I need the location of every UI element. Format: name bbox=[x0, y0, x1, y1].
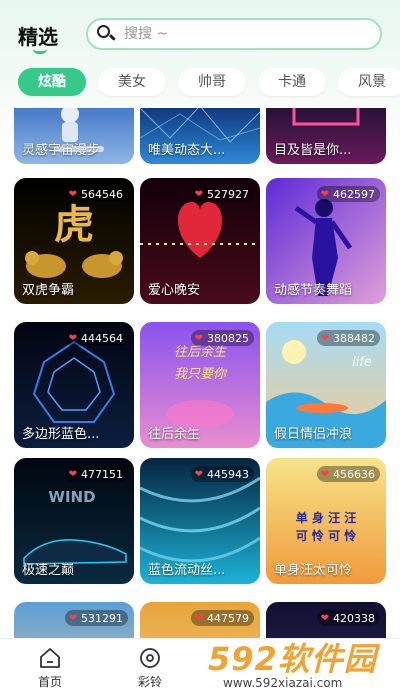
likes-badge: ❤ 477151 bbox=[64, 466, 128, 482]
tab-scenery[interactable]: 风景 bbox=[338, 68, 400, 96]
nav-home[interactable]: 首页 bbox=[20, 647, 80, 690]
watermark-url: www.592xiazai.com bbox=[220, 676, 346, 690]
likes-badge: ❤ 444564 bbox=[64, 330, 128, 346]
wallpaper-title: 假日情侣冲浪 bbox=[274, 427, 353, 442]
likes-badge: ❤ 447579 bbox=[190, 610, 254, 626]
likes-badge: ❤ 420338 bbox=[316, 610, 380, 626]
title-underline bbox=[33, 49, 47, 54]
wallpaper-card[interactable]: ❤ 444564 多边形蓝色... bbox=[14, 322, 134, 448]
nav-ringtone[interactable]: 彩铃 bbox=[120, 647, 180, 690]
tab-cartoon[interactable]: 卡通 bbox=[258, 68, 326, 96]
home-icon bbox=[40, 648, 60, 668]
wallpaper-card[interactable]: 单 身 汪 汪 可 怜 可 怜 ❤ 456636 单身汪太可怜 bbox=[266, 458, 386, 584]
heart-icon: ❤ bbox=[194, 612, 203, 624]
wallpaper-card[interactable]: WIND ❤ 477151 极速之巅 bbox=[14, 458, 134, 584]
wallpaper-title: 唯美动态大... bbox=[148, 143, 226, 158]
wallpaper-card[interactable]: ❤ 462597 动感节奏舞蹈 bbox=[266, 178, 386, 304]
search-box[interactable] bbox=[86, 18, 382, 50]
likes-badge: ❤ 388482 bbox=[316, 330, 380, 346]
wallpaper-title: 往后余生 bbox=[148, 427, 201, 442]
wallpaper-title: 爱心晚安 bbox=[148, 283, 201, 298]
tiger-glyph: 虎 bbox=[54, 201, 94, 248]
wallpaper-title: 单身汪太可怜 bbox=[274, 563, 353, 578]
search-input[interactable] bbox=[124, 26, 354, 42]
wallpaper-card[interactable]: ❤ 445943 蓝色流动丝... bbox=[140, 458, 260, 584]
heart-icon: ❤ bbox=[194, 468, 203, 480]
car-text: WIND bbox=[48, 488, 95, 506]
wallpaper-title: 多边形蓝色... bbox=[22, 427, 100, 442]
dog-text-1: 单 身 汪 汪 bbox=[296, 510, 357, 525]
watermark: 592软件园 www.592xiazai.com bbox=[200, 628, 400, 700]
wallpaper-card[interactable]: 往后余生 我只要你 ❤ 380825 往后余生 bbox=[140, 322, 260, 448]
ringtone-disc-icon bbox=[140, 648, 160, 668]
watermark-logo: 592软件园 bbox=[208, 640, 377, 678]
valentine-text-2: 我只要你 bbox=[174, 367, 228, 382]
wallpaper-title: 蓝色流动丝... bbox=[148, 563, 226, 578]
likes-badge: ❤ 462597 bbox=[316, 186, 380, 202]
wallpaper-card[interactable]: ❤ 527927 爱心晚安 bbox=[140, 178, 260, 304]
search-icon bbox=[96, 24, 116, 44]
surf-text: life bbox=[352, 355, 372, 370]
wallpaper-card[interactable]: life ❤ 388482 假日情侣冲浪 bbox=[266, 322, 386, 448]
wallpaper-title: 目及皆是你... bbox=[274, 143, 352, 158]
likes-badge: ❤ 456636 bbox=[316, 466, 380, 482]
wallpaper-card[interactable]: 唯美动态大... bbox=[140, 108, 260, 164]
heart-icon: ❤ bbox=[320, 612, 329, 624]
heart-icon: ❤ bbox=[320, 468, 329, 480]
wallpaper-title: 极速之巅 bbox=[22, 563, 75, 578]
heart-icon: ❤ bbox=[68, 332, 77, 344]
likes-badge: ❤ 564546 bbox=[64, 186, 128, 202]
wallpaper-card[interactable]: 目及皆是你... bbox=[266, 108, 386, 164]
tab-handsome[interactable]: 帅哥 bbox=[178, 68, 246, 96]
heart-icon: ❤ bbox=[194, 188, 203, 200]
heart-icon: ❤ bbox=[68, 188, 77, 200]
dog-text-2: 可 怜 可 怜 bbox=[296, 528, 357, 543]
heart-icon: ❤ bbox=[320, 332, 329, 344]
tab-beauty[interactable]: 美女 bbox=[98, 68, 166, 96]
valentine-text-1: 往后余生 bbox=[174, 344, 227, 360]
nav-home-label: 首页 bbox=[37, 675, 62, 689]
nav-ringtone-label: 彩铃 bbox=[137, 675, 162, 689]
wallpaper-grid: 灵感宇宙漫步 唯美动态大... 目及皆是你... 虎 ❤ 564546 双虎争霸 … bbox=[0, 108, 400, 638]
likes-badge: ❤ 527927 bbox=[190, 186, 254, 202]
wallpaper-title: 动感节奏舞蹈 bbox=[274, 283, 353, 298]
wallpaper-card[interactable]: 虎 ❤ 564546 双虎争霸 bbox=[14, 178, 134, 304]
wallpaper-card[interactable]: 灵感宇宙漫步 bbox=[14, 108, 134, 164]
wallpaper-title: 双虎争霸 bbox=[22, 283, 75, 298]
header: 精选 bbox=[0, 14, 400, 54]
likes-badge: ❤ 380825 bbox=[190, 330, 254, 346]
heart-icon: ❤ bbox=[68, 612, 77, 624]
wallpaper-card[interactable]: ❤ 531291 bbox=[14, 602, 134, 638]
tab-cool[interactable]: 炫酷 bbox=[18, 68, 86, 96]
heart-icon: ❤ bbox=[68, 468, 77, 480]
category-tabs: 炫酷 美女 帅哥 卡通 风景 bbox=[18, 68, 400, 98]
likes-badge: ❤ 445943 bbox=[190, 466, 254, 482]
heart-icon: ❤ bbox=[320, 188, 329, 200]
page-title: 精选 bbox=[18, 25, 58, 49]
heart-icon: ❤ bbox=[194, 332, 203, 344]
wallpaper-title: 灵感宇宙漫步 bbox=[22, 143, 101, 158]
likes-badge: ❤ 531291 bbox=[64, 610, 128, 626]
